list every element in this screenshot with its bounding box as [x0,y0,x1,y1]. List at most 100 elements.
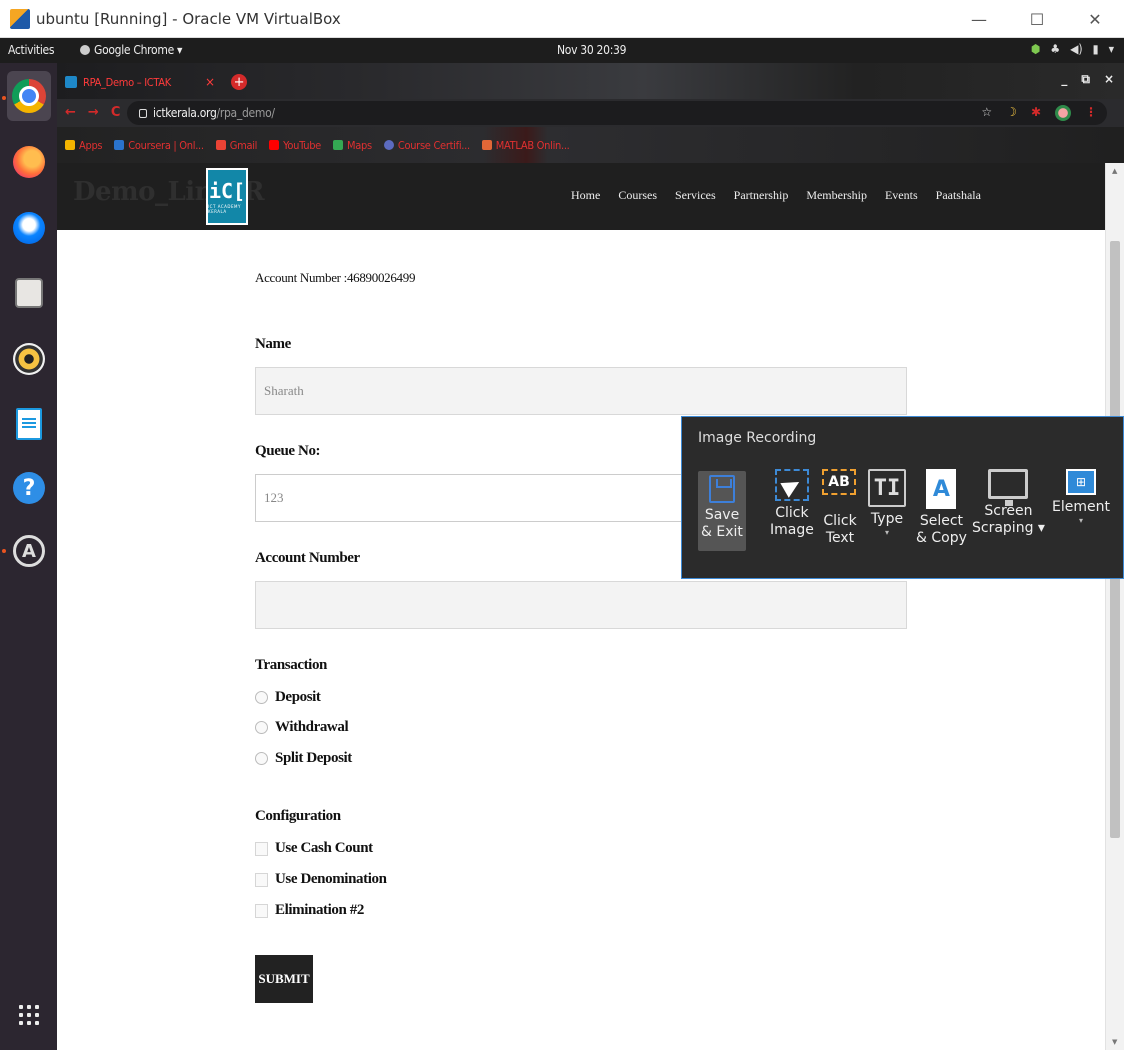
nav-membership[interactable]: Membership [806,188,867,203]
element-button[interactable]: ⊞ Element ▾ [1052,469,1110,526]
element-dropdown-caret[interactable]: ▾ [1079,516,1083,526]
app-grid-icon [19,1005,39,1025]
app-menu[interactable]: Google Chrome ▾ [80,43,182,57]
chrome-close-button[interactable]: × [1104,72,1114,87]
name-field[interactable]: Sharath [255,367,907,415]
bookmark-star-icon[interactable]: ☆ [981,105,992,121]
radio-circle[interactable] [255,721,268,734]
screen-scraping-icon [988,469,1029,506]
system-menu-chevron-icon: ▾ [1108,42,1114,56]
tab-rpa-demo[interactable]: RPA_Demo – ICTAK × + [65,69,248,95]
window-controls: — ☐ ✕ [950,0,1124,38]
nav-home[interactable]: Home [571,188,600,203]
bookmark-maps[interactable]: Maps [332,139,372,152]
configuration-label: Configuration [255,808,341,824]
activities-button[interactable]: Activities [8,43,55,57]
forward-button[interactable]: → [88,105,99,120]
dark-mode-extension-icon[interactable]: ☽ [1006,105,1017,121]
address-bar[interactable]: ictkerala.org /rpa_demo/ ☆ ☽ ✱ ⋮ [127,101,1107,125]
help-icon: ? [13,472,45,504]
chrome-menu-icon[interactable]: ⋮ [1085,105,1097,121]
bookmark-youtube[interactable]: YouTube [269,139,321,152]
chrome-restore-button[interactable]: ⧉ [1081,72,1090,87]
scroll-down-icon[interactable]: ▼ [1112,1038,1117,1046]
new-tab-button[interactable]: + [231,74,248,90]
nav-events[interactable]: Events [885,188,918,203]
nav-paatshala[interactable]: Paatshala [936,188,981,203]
nav-courses[interactable]: Courses [618,188,657,203]
click-image-button[interactable]: Click Image [770,469,814,539]
radio-label: Withdrawal [275,719,349,735]
dock-help[interactable]: ? [9,468,49,508]
radio-deposit[interactable]: Deposit [255,689,321,706]
screen-scraping-button[interactable]: Screen Scraping ▾ [972,469,1045,537]
nav-partnership[interactable]: Partnership [734,188,789,203]
checkbox-box[interactable] [255,872,268,887]
btn-line2: Text [825,530,855,546]
app-menu-label: Google Chrome ▾ [94,43,183,57]
select-copy-button[interactable]: A Select & Copy [916,469,967,547]
dock-thunderbird[interactable] [9,208,49,248]
url-host: ictkerala.org [153,106,217,120]
dock-chrome[interactable] [7,71,51,121]
ict-academy-logo[interactable]: iC[ ICT ACADEMY KERALA [206,168,248,225]
bookmark-label: Coursera | Onl... [128,138,204,152]
nav-buttons: ← → C [65,105,120,120]
scroll-up-icon[interactable]: ▲ [1112,167,1117,175]
clock[interactable]: Nov 30 20:39 [557,43,626,57]
bookmark-coursera[interactable]: Coursera | Onl... [114,138,204,152]
transaction-label: Transaction [255,657,327,673]
checkbox-use-cash-count[interactable]: Use Cash Count [255,840,373,857]
bookmark-label: MATLAB Onlin... [495,138,570,152]
save-icon [709,475,735,503]
reload-button[interactable]: C [111,105,121,120]
select-copy-icon: A [926,469,957,509]
radio-split-deposit[interactable]: Split Deposit [255,750,352,767]
click-text-button[interactable]: AB Click Text [822,469,858,547]
dock-writer[interactable] [9,404,49,444]
minimize-button[interactable]: — [950,0,1008,38]
type-button[interactable]: TI Type ▾ [868,469,906,538]
close-button[interactable]: ✕ [1066,0,1124,38]
checkbox-use-denomination[interactable]: Use Denomination [255,871,387,888]
maximize-button[interactable]: ☐ [1008,0,1066,38]
profile-avatar[interactable] [1055,105,1071,121]
click-image-icon [774,469,809,501]
lock-icon [139,108,147,118]
dock-files[interactable] [9,273,49,313]
show-applications-button[interactable] [9,995,49,1035]
extension-icon[interactable]: ✱ [1031,105,1041,121]
dock-software[interactable]: A [9,531,49,571]
radio-circle[interactable] [255,691,268,704]
save-exit-button[interactable]: Save & Exit [698,471,746,551]
bookmark-matlab[interactable]: MATLAB Onlin... [481,138,570,152]
account-number-field[interactable] [255,581,907,629]
checkbox-box[interactable] [255,841,268,856]
submit-button[interactable]: SUBMIT [255,955,313,1003]
bookmark-apps[interactable]: Apps [65,139,103,152]
chrome-minimize-button[interactable]: _ [1061,72,1067,87]
network-icon: ♣ [1050,42,1061,56]
thunderbird-icon [13,212,45,244]
bookmark-course-certificate[interactable]: Course Certifi... [383,138,470,152]
nav-services[interactable]: Services [675,188,716,203]
software-store-icon: A [13,535,45,567]
checkbox-label: Use Denomination [275,871,387,887]
page-scrollbar[interactable]: ▲ ▼ [1105,163,1124,1050]
checkbox-box[interactable] [255,903,268,918]
radio-circle[interactable] [255,752,268,765]
system-tray[interactable]: ⬢ ♣ ◀) ▮ ▾ [1031,42,1114,56]
dock-rhythmbox[interactable] [9,339,49,379]
back-button[interactable]: ← [65,105,76,120]
bookmark-label: Course Certifi... [397,138,470,152]
radio-label: Split Deposit [275,750,352,766]
radio-withdrawal[interactable]: Withdrawal [255,719,349,736]
writer-icon [16,408,42,440]
type-dropdown-caret[interactable]: ▾ [885,528,889,538]
dock-firefox[interactable] [9,142,49,182]
bookmark-gmail[interactable]: Gmail [215,139,257,152]
checkbox-elimination-2[interactable]: Elimination #2 [255,902,364,919]
chrome-icon [12,79,46,113]
bookmarks-bar: Apps Coursera | Onl... Gmail YouTube Map… [57,127,1124,163]
tab-close-icon[interactable]: × [205,75,215,89]
